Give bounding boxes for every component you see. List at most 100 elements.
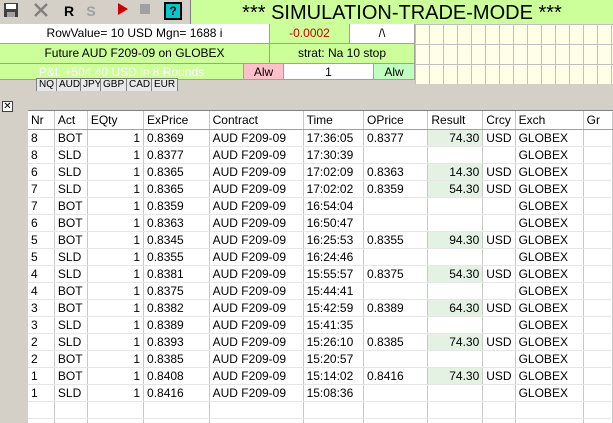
column-header[interactable]: Crcy: [483, 111, 515, 130]
tab-cad[interactable]: CAD: [126, 78, 153, 91]
column-header[interactable]: Act: [54, 111, 87, 130]
table-cell: AUD F209-09: [209, 266, 303, 283]
r-button[interactable]: R: [60, 2, 78, 20]
table-row[interactable]: 2SLD10.8393AUD F209-0915:26:100.838574.3…: [28, 334, 613, 351]
table-cell: 15:44:41: [303, 283, 363, 300]
tab-eur[interactable]: EUR: [151, 78, 178, 91]
column-header[interactable]: Nr: [28, 111, 54, 130]
table-row[interactable]: 3SLD10.8389AUD F209-0915:41:35GLOBEX: [28, 317, 613, 334]
tab-gbp[interactable]: GBP: [100, 78, 127, 91]
table-cell: 7: [28, 181, 54, 198]
s-button[interactable]: S: [82, 2, 100, 20]
table-cell: 0.8389: [144, 317, 210, 334]
tab-nq[interactable]: NQ: [36, 78, 57, 91]
table-cell: BOT: [54, 198, 87, 215]
table-cell: [364, 147, 428, 164]
table-cell: [364, 317, 428, 334]
table-header-row: NrActEQtyExPriceContractTimeOPriceResult…: [28, 111, 613, 130]
table-cell: [583, 317, 612, 334]
column-header[interactable]: Exch: [515, 111, 583, 130]
play-icon[interactable]: [114, 2, 132, 20]
table-row[interactable]: 7SLD10.8365AUD F209-0917:02:020.835954.3…: [28, 181, 613, 198]
table-cell: SLD: [54, 164, 87, 181]
table-cell: [428, 215, 483, 232]
allow-right-button[interactable]: Alw: [374, 64, 415, 80]
table-cell: [583, 232, 612, 249]
table-row[interactable]: 4SLD10.8381AUD F209-0915:55:570.837554.3…: [28, 266, 613, 283]
table-cell: 16:54:04: [303, 198, 363, 215]
table-cell: [87, 402, 143, 419]
table-row[interactable]: 8BOT10.8369AUD F209-0917:36:050.837774.3…: [28, 130, 613, 147]
stop-icon[interactable]: [136, 2, 154, 20]
table-row[interactable]: 5SLD10.8355AUD F209-0916:24:46GLOBEX: [28, 249, 613, 266]
table-cell: GLOBEX: [515, 283, 583, 300]
table-row[interactable]: 6BOT10.8363AUD F209-0916:50:47GLOBEX: [28, 215, 613, 232]
table-cell: [583, 402, 612, 419]
close-panel-icon[interactable]: ✕: [2, 101, 13, 112]
table-cell: 1: [87, 249, 143, 266]
table-row[interactable]: 6SLD10.8365AUD F209-0917:02:090.836314.3…: [28, 164, 613, 181]
table-cell: 6: [28, 164, 54, 181]
column-header[interactable]: Result: [428, 111, 483, 130]
table-cell: 1: [87, 317, 143, 334]
table-cell: 1: [87, 300, 143, 317]
table-cell: [303, 419, 363, 423]
table-cell: [483, 215, 515, 232]
column-header[interactable]: ExPrice: [144, 111, 210, 130]
table-cell: BOT: [54, 232, 87, 249]
table-cell: USD: [483, 368, 515, 385]
table-cell: [364, 402, 428, 419]
table-row[interactable]: 3BOT10.8382AUD F209-0915:42:590.838964.3…: [28, 300, 613, 317]
table-cell: GLOBEX: [515, 215, 583, 232]
column-header[interactable]: EQty: [87, 111, 143, 130]
table-row[interactable]: 2BOT10.8385AUD F209-0915:20:57GLOBEX: [28, 351, 613, 368]
table-cell: 5: [28, 249, 54, 266]
table-cell: [364, 385, 428, 402]
table-cell: [428, 147, 483, 164]
table-cell: 15:20:57: [303, 351, 363, 368]
table-cell: 3: [28, 300, 54, 317]
table-cell: SLD: [54, 147, 87, 164]
table-cell: [483, 198, 515, 215]
table-row[interactable]: 1SLD10.8416AUD F209-0915:08:36GLOBEX: [28, 385, 613, 402]
allow-left-button[interactable]: Alw: [244, 64, 284, 80]
table-row[interactable]: 5BOT10.8345AUD F209-0916:25:530.835594.3…: [28, 232, 613, 249]
floppy-icon[interactable]: [2, 2, 20, 20]
table-cell: GLOBEX: [515, 232, 583, 249]
table-cell: 0.8377: [364, 130, 428, 147]
table-cell: 0.8385: [144, 351, 210, 368]
table-cell: 1: [87, 198, 143, 215]
table-row[interactable]: 4BOT10.8375AUD F209-0915:44:41GLOBEX: [28, 283, 613, 300]
table-row[interactable]: 1BOT10.8408AUD F209-0915:14:020.841674.3…: [28, 368, 613, 385]
table-cell: 2: [28, 351, 54, 368]
column-header[interactable]: OPrice: [364, 111, 428, 130]
table-cell: 17:36:05: [303, 130, 363, 147]
table-cell: 1: [28, 385, 54, 402]
table-cell: 15:14:02: [303, 368, 363, 385]
table-cell: 7: [28, 198, 54, 215]
table-cell: BOT: [54, 130, 87, 147]
table-cell: 94.30: [428, 232, 483, 249]
table-cell: [583, 368, 612, 385]
up-caret-button[interactable]: /\: [350, 24, 415, 44]
help-button[interactable]: ?: [164, 2, 182, 20]
table-cell: 15:08:36: [303, 385, 363, 402]
table-row[interactable]: 8SLD10.8377AUD F209-0917:30:39GLOBEX: [28, 147, 613, 164]
column-header[interactable]: Time: [303, 111, 363, 130]
table-cell: SLD: [54, 317, 87, 334]
column-header[interactable]: Contract: [209, 111, 303, 130]
column-header[interactable]: Gr: [583, 111, 612, 130]
table-cell: [583, 130, 612, 147]
table-cell: [144, 419, 210, 423]
table-cell: [364, 419, 428, 423]
close-x-icon[interactable]: [32, 2, 50, 20]
table-cell: 4: [28, 266, 54, 283]
table-cell: AUD F209-09: [209, 351, 303, 368]
table-cell: 3: [28, 317, 54, 334]
table-cell: AUD F209-09: [209, 147, 303, 164]
table-cell: 1: [87, 266, 143, 283]
table-cell: [483, 147, 515, 164]
table-row[interactable]: 7BOT10.8359AUD F209-0916:54:04GLOBEX: [28, 198, 613, 215]
quantity-field[interactable]: 1: [284, 64, 374, 80]
table-cell: AUD F209-09: [209, 249, 303, 266]
